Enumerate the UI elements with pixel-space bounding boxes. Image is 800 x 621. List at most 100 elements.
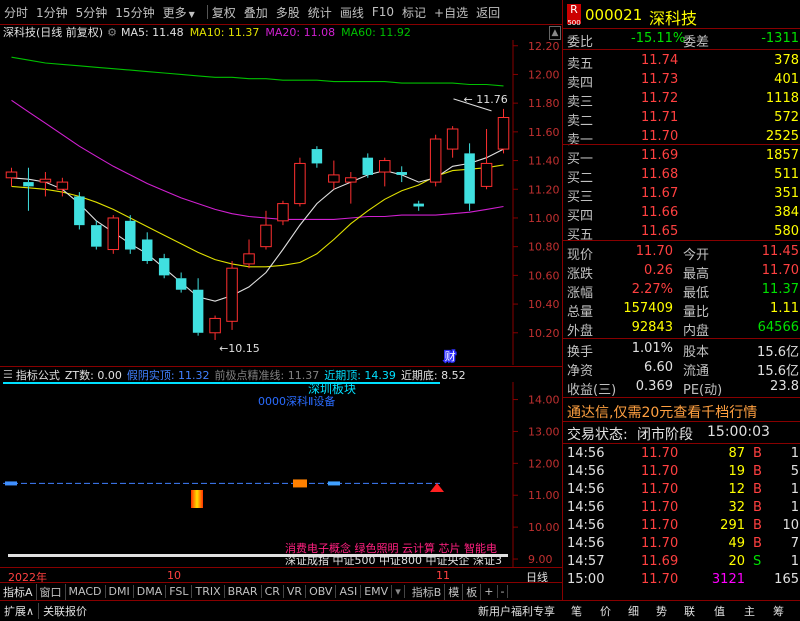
value-icon[interactable]: 值 [714,603,725,619]
indicator-title[interactable]: 指标公式 [16,367,65,383]
link-icon[interactable]: 联 [684,603,695,619]
expand-button[interactable]: 扩展∧ [0,603,40,619]
stat-value-2: 15.6亿 [757,364,799,379]
add-watchlist-button[interactable]: +自选 [430,4,472,21]
tab-fenshi[interactable]: 分时 [0,4,32,21]
tab-emv[interactable]: EMV [361,585,393,598]
candle[interactable] [107,215,120,254]
candle[interactable] [175,272,187,293]
tab-more-arrow[interactable]: ▾ [392,585,405,598]
tab-plus[interactable]: + [481,585,498,598]
y-tick-label: 11.40 [528,155,560,168]
candle[interactable] [23,167,34,211]
tab-dmi[interactable]: DMI [106,585,134,598]
tab-dma[interactable]: DMA [134,585,167,598]
tab-mo[interactable]: 模 [445,583,464,600]
candle[interactable] [378,157,391,187]
tab-ban[interactable]: 板 [463,583,482,600]
signal-marker [293,479,307,488]
chips-icon[interactable]: 筹 [773,603,784,619]
mark-button[interactable]: 标记 [398,4,430,21]
draw-line-button[interactable]: 画线 [336,4,368,21]
candle[interactable] [294,157,306,207]
candle[interactable] [345,172,357,204]
candle[interactable] [209,315,221,340]
bid-volume: 351 [774,186,799,201]
candle[interactable] [328,160,340,190]
ask-label: 卖三 [567,95,594,110]
stat-value-2: 15.6亿 [757,345,799,360]
candle[interactable] [74,192,85,230]
candle[interactable] [277,200,289,226]
stat-label: 外盘 [567,324,594,339]
stat-label-2: 流通 [683,364,710,379]
candle[interactable] [311,146,323,168]
candle[interactable] [192,278,204,336]
candle[interactable] [141,232,153,264]
tab-5min[interactable]: 5分钟 [72,4,112,21]
tick-time: 14:57 [567,554,605,569]
candle[interactable] [56,177,69,197]
tab-fsl[interactable]: FSL [166,585,193,598]
candle[interactable] [226,261,238,330]
bid-volume: 511 [774,167,799,182]
candle[interactable] [413,200,424,211]
stat-value-2: 11.45 [761,244,799,259]
new-user-benefit-link[interactable]: 新用户福利专享 [478,603,555,619]
overlay-button[interactable]: 叠加 [240,4,272,21]
tab-indicator-a[interactable]: 指标A [0,583,37,600]
tab-vr[interactable]: VR [284,585,307,598]
tab-minus[interactable]: - [498,585,509,598]
settings-icon[interactable]: ⚙ [107,26,121,39]
fuquan-button[interactable]: 复权 [208,4,240,21]
tab-brar[interactable]: BRAR [225,585,262,598]
tab-asi[interactable]: ASI [336,585,362,598]
stat-row: 外盘 92843 内盘 64566 [563,319,800,339]
candle[interactable] [5,167,18,187]
candle[interactable] [396,166,407,183]
related-quote-button[interactable]: 关联报价 [39,603,91,619]
tick-price: 11.70 [641,464,679,479]
price-icon[interactable]: 价 [600,603,611,619]
indicator-toggle-icon[interactable]: ☰ [0,368,16,381]
pen-icon[interactable]: 笔 [571,603,582,619]
tab-trix[interactable]: TRIX [192,585,225,598]
detail-icon[interactable]: 细 [628,603,639,619]
stat-value-2: 1.11 [770,301,799,316]
stat-label-2: 最高 [683,267,710,282]
tab-15min[interactable]: 15分钟 [111,4,158,21]
candle[interactable] [429,134,442,187]
candle[interactable] [91,220,102,250]
trend-icon[interactable]: 势 [656,603,667,619]
candle[interactable] [243,239,255,269]
stats-button[interactable]: 统计 [304,4,336,21]
candle[interactable] [260,210,272,250]
tick-price: 11.70 [641,482,679,497]
collapse-icon[interactable]: ▲ [549,26,561,40]
back-button[interactable]: 返回 [472,4,504,21]
candle[interactable] [124,215,136,254]
tab-window[interactable]: 窗口 [37,583,66,600]
tab-macd[interactable]: MACD [66,585,106,598]
tab-cr[interactable]: CR [262,585,284,598]
multi-stock-button[interactable]: 多股 [272,4,304,21]
tab-obv[interactable]: OBV [306,585,337,598]
tab-indicator-b[interactable]: 指标B [409,583,446,600]
ad-banner[interactable]: 通达信,仅需20元查看千档行情 [563,401,800,421]
main-icon[interactable]: 主 [744,603,755,619]
candle[interactable] [362,153,374,178]
candle[interactable] [497,108,510,154]
ad-text[interactable]: 通达信,仅需20元查看千档行情 [567,402,757,422]
f10-button[interactable]: F10 [368,5,398,19]
indicator-chart[interactable]: 14.00 13.00 12.00 11.00 10.00 9.00 深圳板块0000深科Ⅱ… [0,382,562,567]
ind-y-tick-label: 9.00 [528,553,553,566]
cai-marker[interactable]: 财 [443,348,457,365]
candle[interactable] [464,143,475,211]
candlestick-chart[interactable]: 12.20 12.00 11.80 11.60 11.40 11.20 11.00 10.80… [0,40,562,365]
tab-more[interactable]: 更多 ▼ [159,4,199,21]
tab-1min[interactable]: 1分钟 [32,4,72,21]
candle[interactable] [158,253,170,279]
candle[interactable] [446,126,459,158]
stat-row: 净资 6.60 流通 15.6亿 [563,359,800,379]
tick-volume: 12 [728,482,745,497]
